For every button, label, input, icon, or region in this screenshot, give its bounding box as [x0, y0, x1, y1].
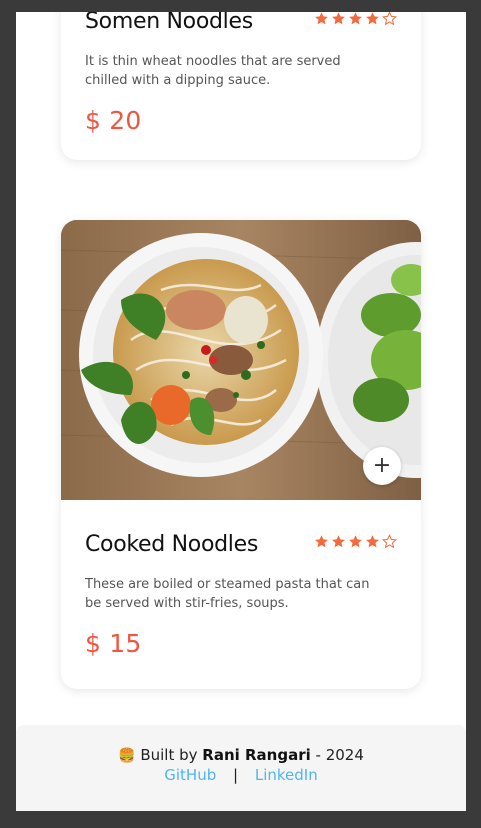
dish-description: These are boiled or steamed pasta that c… — [85, 577, 370, 611]
dish-title: Somen Noodles — [85, 12, 253, 34]
star-rating — [314, 534, 397, 549]
star-filled-icon — [332, 535, 345, 548]
star-filled-icon — [366, 12, 379, 25]
github-link[interactable]: GitHub — [164, 766, 216, 784]
star-filled-icon — [349, 535, 362, 548]
plus-icon: + — [372, 453, 392, 478]
footer-year: - 2024 — [315, 746, 364, 764]
footer-links: GitHub | LinkedIn — [16, 766, 466, 784]
card-body: Cooked Noodles These are boiled or steam… — [85, 532, 397, 658]
star-filled-icon — [349, 12, 362, 25]
food-card-somen: Somen Noodles It is thin wheat noodles t… — [61, 12, 421, 160]
dish-price: $ 20 — [85, 106, 142, 135]
card-title-row: Cooked Noodles — [85, 532, 397, 557]
star-filled-icon — [366, 535, 379, 548]
star-filled-icon — [332, 12, 345, 25]
food-card-cooked-noodles: + Cooked Noodles These are boiled or ste… — [61, 220, 421, 689]
dish-price: $ 15 — [85, 629, 142, 658]
star-filled-icon — [315, 535, 328, 548]
star-rating — [314, 12, 397, 26]
star-empty-icon — [382, 534, 397, 549]
card-body: Somen Noodles It is thin wheat noodles t… — [85, 12, 397, 135]
footer-author: Rani Rangari — [202, 746, 311, 764]
footer-built-by: Built by — [140, 746, 198, 764]
star-empty-icon — [382, 12, 397, 26]
footer-credit: 🍔 Built by Rani Rangari - 2024 — [16, 746, 466, 764]
linkedin-link[interactable]: LinkedIn — [255, 766, 318, 784]
page-viewport: Somen Noodles It is thin wheat noodles t… — [16, 12, 466, 811]
dish-title: Cooked Noodles — [85, 532, 258, 557]
hamburger-emoji-icon: 🍔 — [118, 748, 136, 764]
footer-separator: | — [233, 766, 239, 784]
page-footer: 🍔 Built by Rani Rangari - 2024 GitHub | … — [16, 725, 466, 811]
add-to-cart-button[interactable]: + — [363, 447, 401, 485]
dish-description: It is thin wheat noodles that are served… — [85, 54, 341, 88]
card-title-row: Somen Noodles — [85, 12, 397, 34]
star-filled-icon — [315, 12, 328, 25]
